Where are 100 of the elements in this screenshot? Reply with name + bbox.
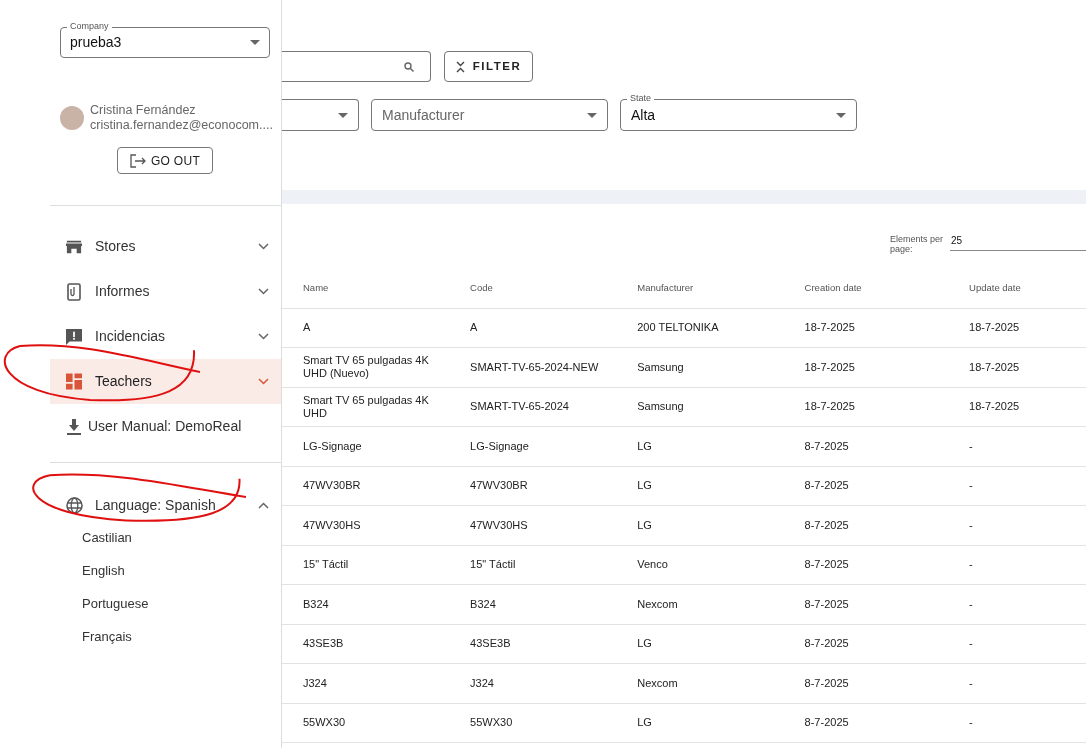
table-cell: 8-7-2025 <box>804 597 849 610</box>
table-cell: Smart TV 65 pulgadas 4K UHD (Nuevo) <box>303 354 429 380</box>
table-cell: A <box>303 321 311 334</box>
go-out-button[interactable]: GO OUT <box>117 147 213 174</box>
table-cell: Samsung <box>637 360 684 373</box>
user-name: Cristina Fernández <box>90 103 197 118</box>
table-cell: 55WX30 <box>470 716 513 729</box>
table-cell: LG <box>637 479 652 492</box>
column-header[interactable]: Creation date <box>783 269 949 308</box>
table-cell: 55WX30 <box>303 716 346 729</box>
table-cell: 47WV30BR <box>470 479 528 492</box>
table-cell: 15" Táctil <box>303 558 349 571</box>
sidebar-menu-item[interactable]: Informes <box>50 269 281 314</box>
table-cell: 47WV30HS <box>470 518 528 531</box>
table-cell: Samsung <box>637 400 684 413</box>
table-cell: LG-Signage <box>303 439 362 452</box>
table-cell: 200 TELTONIKA <box>637 321 719 334</box>
language-option[interactable]: Portuguese <box>50 587 281 620</box>
table-cell: 18-7-2025 <box>969 360 1020 373</box>
filter-select[interactable]: Manufacturer <box>371 99 608 131</box>
table-cell: J324 <box>303 676 327 689</box>
table-cell: 8-7-2025 <box>804 716 849 729</box>
table-cell: 43SE3B <box>470 637 511 650</box>
sidebar-menu-item[interactable]: Teachers <box>50 359 281 404</box>
page-size-label: Elements per page: <box>890 234 945 254</box>
table-cell: B324 <box>470 597 496 610</box>
table-cell: - <box>969 439 973 452</box>
table-cell: Venco <box>637 558 668 571</box>
table-cell: 15" Táctil <box>470 558 516 571</box>
dashboard-icon <box>66 373 82 390</box>
table-cell: - <box>969 558 973 571</box>
table-cell: LG-Signage <box>470 439 529 452</box>
table-cell: LG <box>637 716 652 729</box>
table-cell: Nexcom <box>637 676 678 689</box>
table-cell: - <box>969 518 973 531</box>
language-option[interactable]: Français <box>50 620 281 653</box>
search-field[interactable] <box>282 51 431 82</box>
table-cell: Smart TV 65 pulgadas 4K UHD <box>303 393 429 419</box>
user-email: cristina.fernandez@econocom.... <box>90 118 273 133</box>
table-cell: 47WV30BR <box>303 479 361 492</box>
chevron-icon <box>258 243 269 250</box>
table-cell: - <box>969 676 973 689</box>
collapse-icon <box>455 60 465 73</box>
table-cell: 18-7-2025 <box>804 321 855 334</box>
filter-select[interactable] <box>282 99 359 131</box>
page-size-field[interactable]: 25 <box>950 234 1086 251</box>
table-cell: 47WV30HS <box>303 518 361 531</box>
chevron-icon <box>258 378 269 385</box>
table-cell: 8-7-2025 <box>804 479 849 492</box>
table-cell: 18-7-2025 <box>969 400 1020 413</box>
table-cell: LG <box>637 439 652 452</box>
table-cell: 18-7-2025 <box>804 400 855 413</box>
table-cell: J324 <box>470 676 494 689</box>
dropdown-arrow-icon <box>250 40 260 45</box>
company-value: prueba3 <box>70 33 122 52</box>
table-cell: 8-7-2025 <box>804 558 849 571</box>
dropdown-arrow-icon <box>338 112 348 118</box>
globe-icon <box>66 496 83 514</box>
table-cell: 18-7-2025 <box>969 321 1020 334</box>
dropdown-arrow-icon <box>836 112 846 118</box>
column-header[interactable]: Manufacturer <box>616 269 784 308</box>
select-placeholder: Manufacturer <box>382 105 465 125</box>
column-header[interactable]: Name <box>282 269 450 308</box>
download-icon <box>66 418 82 435</box>
filter-button[interactable]: FILTER <box>444 51 533 82</box>
table-cell: 8-7-2025 <box>804 439 849 452</box>
column-header[interactable]: Update date <box>948 269 1086 308</box>
document-icon <box>67 282 81 301</box>
avatar <box>60 106 84 130</box>
table-cell: A <box>470 321 478 334</box>
table-cell: - <box>969 637 973 650</box>
table-cell: 8-7-2025 <box>804 518 849 531</box>
table-cell: - <box>969 716 973 729</box>
column-header[interactable]: Code <box>449 269 617 308</box>
table-cell: - <box>969 597 973 610</box>
table-cell: - <box>969 479 973 492</box>
sidebar-menu-item[interactable]: Stores <box>50 224 281 269</box>
table-cell: LG <box>637 637 652 650</box>
table-cell: LG <box>637 518 652 531</box>
table-cell: SMART-TV-65-2024-NEW <box>470 360 599 373</box>
table-cell: SMART-TV-65-2024 <box>470 400 569 413</box>
table-cell: Nexcom <box>637 597 678 610</box>
logout-icon <box>129 153 146 168</box>
select-value: Alta <box>631 105 656 125</box>
alert-icon <box>66 327 82 346</box>
table-cell: 8-7-2025 <box>804 676 849 689</box>
sidebar-menu-item[interactable]: User Manual: DemoReal <box>50 404 281 449</box>
language-option[interactable]: English <box>50 554 281 587</box>
chevron-icon <box>258 333 269 340</box>
table-cell: 8-7-2025 <box>804 637 849 650</box>
search-icon <box>404 61 414 72</box>
table-cell: 18-7-2025 <box>804 360 855 373</box>
dropdown-arrow-icon <box>587 112 597 118</box>
field-label: Company <box>67 20 112 34</box>
table-cell: 43SE3B <box>303 637 344 650</box>
table-cell: B324 <box>303 597 329 610</box>
chevron-icon <box>258 501 269 509</box>
sidebar-menu-item[interactable]: Incidencias <box>50 314 281 359</box>
chevron-icon <box>258 288 269 295</box>
store-icon <box>66 238 82 255</box>
